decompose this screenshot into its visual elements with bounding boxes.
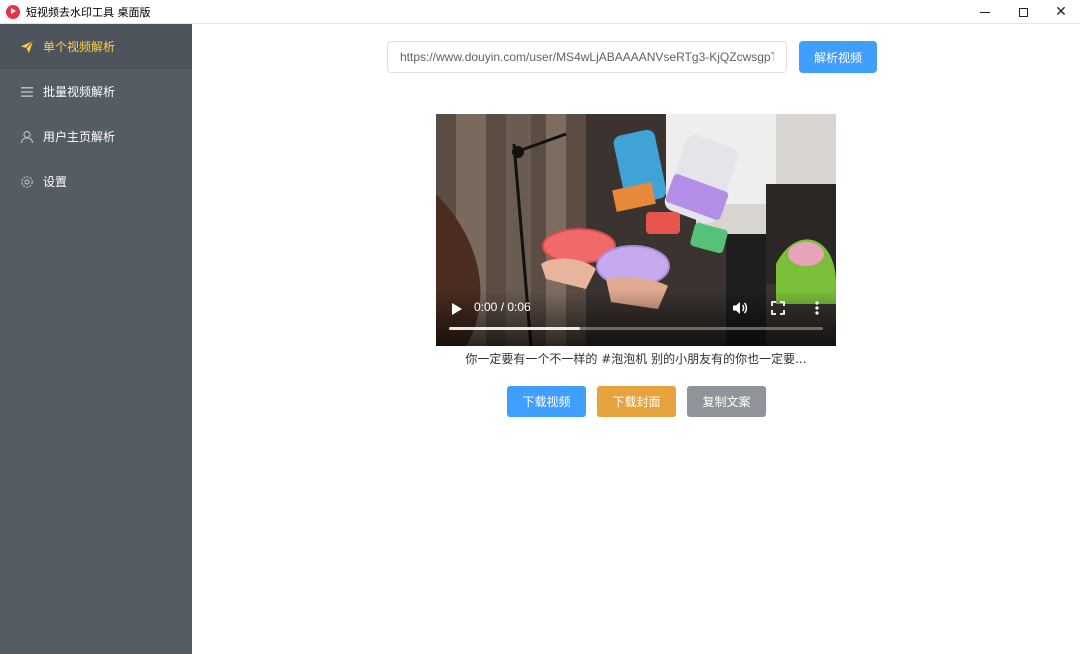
close-button[interactable]: ✕ <box>1042 0 1080 24</box>
sidebar-item-label: 批量视频解析 <box>43 85 116 99</box>
sidebar-item-label: 设置 <box>43 175 68 189</box>
sidebar-item-single-video[interactable]: 单个视频解析 <box>0 24 192 69</box>
more-options-icon[interactable] <box>811 300 823 316</box>
video-controls <box>436 290 836 346</box>
minimize-button[interactable] <box>966 0 1004 24</box>
list-icon <box>20 85 34 99</box>
parse-video-button[interactable]: 解析视频 <box>799 41 877 73</box>
video-caption: 你一定要有一个不一样的 #泡泡机 别的小朋友有的你也一定要... <box>465 352 807 366</box>
sidebar-item-user-homepage[interactable]: 用户主页解析 <box>0 114 192 159</box>
sidebar-item-label: 单个视频解析 <box>43 40 116 54</box>
video-player[interactable]: 0:00 / 0:06 <box>436 114 836 346</box>
download-video-button[interactable]: 下载视频 <box>507 386 586 417</box>
sidebar-item-settings[interactable]: 设置 <box>0 159 192 204</box>
download-cover-button[interactable]: 下载封面 <box>597 386 676 417</box>
maximize-icon <box>1018 7 1028 17</box>
sidebar-item-label: 用户主页解析 <box>43 130 116 144</box>
close-icon: ✕ <box>1055 4 1067 20</box>
sidebar: 单个视频解析 批量视频解析 用户主页解析 设置 <box>0 24 192 654</box>
window-title: 短视频去水印工具 桌面版 <box>26 5 151 19</box>
gear-icon <box>20 175 34 189</box>
fullscreen-icon[interactable] <box>771 301 785 315</box>
video-progress-fill <box>449 327 580 330</box>
video-progress-bar[interactable] <box>449 327 823 330</box>
title-bar: 短视频去水印工具 桌面版 ✕ <box>0 0 1080 24</box>
user-icon <box>20 130 34 144</box>
copy-text-button[interactable]: 复制文案 <box>687 386 766 417</box>
sidebar-item-batch-video[interactable]: 批量视频解析 <box>0 69 192 114</box>
window-controls: ✕ <box>966 0 1080 24</box>
volume-icon[interactable] <box>732 300 748 316</box>
app-logo-icon <box>6 4 20 19</box>
minimize-icon <box>980 11 990 13</box>
send-icon <box>20 40 34 54</box>
maximize-button[interactable] <box>1004 0 1042 24</box>
video-time: 0:00 / 0:06 <box>474 300 531 314</box>
video-url-input[interactable] <box>387 41 787 73</box>
play-icon[interactable] <box>451 302 463 316</box>
